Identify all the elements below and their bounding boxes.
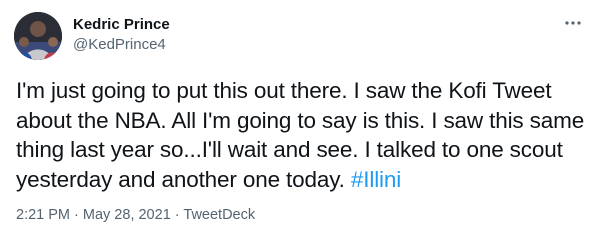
tweet-source[interactable]: TweetDeck	[183, 207, 255, 223]
avatar[interactable]	[14, 12, 62, 60]
more-horizontal-icon	[565, 21, 581, 25]
tweet-card: Kedric Prince @KedPrince4 I'm just going…	[0, 0, 596, 243]
user-handle[interactable]: @KedPrince4	[73, 35, 170, 55]
tweet-body: I'm just going to put this out there. I …	[16, 78, 585, 192]
avatar-photo-icon	[14, 12, 62, 60]
hashtag-link[interactable]: #Illini	[351, 167, 401, 192]
tweet-meta: 2:21 PM · May 28, 2021 · TweetDeck	[16, 205, 255, 225]
meta-separator: ·	[170, 207, 184, 223]
user-info: Kedric Prince @KedPrince4	[73, 15, 170, 55]
tweet-time[interactable]: 2:21 PM	[16, 207, 70, 223]
display-name[interactable]: Kedric Prince	[73, 15, 170, 35]
tweet-text: I'm just going to put this out there. I …	[16, 76, 592, 194]
more-options-button[interactable]	[560, 13, 586, 33]
tweet-date[interactable]: May 28, 2021	[83, 207, 171, 223]
meta-separator: ·	[70, 207, 83, 223]
